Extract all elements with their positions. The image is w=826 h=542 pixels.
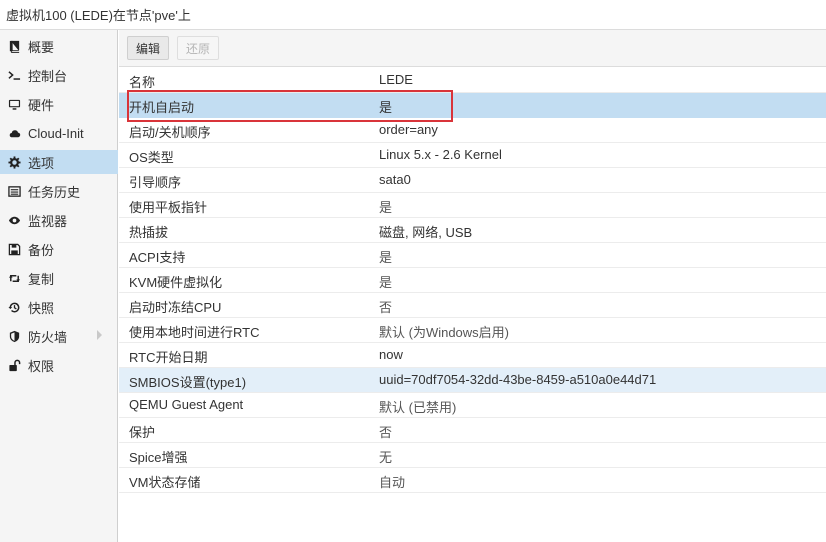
sidebar-item-cloud-init[interactable]: Cloud-Init bbox=[0, 121, 118, 145]
option-key: 保护 bbox=[129, 425, 156, 440]
option-value: 是 bbox=[379, 100, 393, 115]
option-key: RTC开始日期 bbox=[129, 350, 208, 365]
table-row[interactable]: OS类型 Linux 5.x - 2.6 Kernel bbox=[119, 143, 826, 168]
sidebar-item-replication[interactable]: 复制 bbox=[0, 266, 118, 290]
sidebar-item-label: 硬件 bbox=[28, 97, 55, 113]
sidebar-item-label: 控制台 bbox=[28, 68, 68, 84]
option-value: 否 bbox=[379, 300, 393, 315]
table-row[interactable]: Spice增强 无 bbox=[119, 443, 826, 468]
revert-button[interactable]: 还原 bbox=[177, 36, 220, 60]
option-key: VM状态存储 bbox=[129, 475, 201, 490]
option-key: QEMU Guest Agent bbox=[129, 397, 244, 412]
option-value: 无 bbox=[379, 450, 393, 465]
option-key: 启动/关机顺序 bbox=[129, 125, 211, 140]
retweet-icon bbox=[0, 272, 28, 285]
sidebar-item-label: 选项 bbox=[28, 155, 55, 171]
sidebar-item-label: 任务历史 bbox=[28, 184, 81, 200]
option-value: 是 bbox=[379, 250, 393, 265]
option-value: LEDE bbox=[379, 72, 413, 87]
option-value: 默认 (已禁用) bbox=[379, 400, 457, 415]
sidebar-item-label: 权限 bbox=[28, 358, 55, 374]
toolbar: 编辑 还原 bbox=[119, 30, 826, 67]
option-value: 否 bbox=[379, 425, 393, 440]
option-key: 使用平板指针 bbox=[129, 200, 208, 215]
edit-button[interactable]: 编辑 bbox=[127, 36, 170, 60]
sidebar: 概要 控制台 硬件 Cloud-Init 选项 任务历史 监视器 备份 复制 快… bbox=[0, 30, 118, 542]
sidebar-item-label: Cloud-Init bbox=[28, 125, 84, 141]
sidebar-item-snapshots[interactable]: 快照 bbox=[0, 295, 118, 319]
sidebar-item-summary[interactable]: 概要 bbox=[0, 34, 118, 58]
option-value: uuid=70df7054-32dd-43be-8459-a510a0e44d7… bbox=[379, 372, 657, 387]
option-value: 是 bbox=[379, 200, 393, 215]
table-row[interactable]: 名称 LEDE bbox=[119, 68, 826, 93]
shield-icon bbox=[0, 330, 28, 343]
sidebar-item-console[interactable]: 控制台 bbox=[0, 63, 118, 87]
sidebar-item-label: 备份 bbox=[28, 242, 55, 258]
table-row[interactable]: 使用本地时间进行RTC 默认 (为Windows启用) bbox=[119, 318, 826, 343]
option-key: 开机自启动 bbox=[129, 100, 195, 115]
option-key: ACPI支持 bbox=[129, 250, 186, 265]
sidebar-item-label: 快照 bbox=[28, 300, 55, 316]
eye-icon bbox=[0, 214, 28, 227]
table-row[interactable]: KVM硬件虚拟化 是 bbox=[119, 268, 826, 293]
sidebar-item-label: 防火墙 bbox=[28, 329, 68, 345]
history-icon bbox=[0, 301, 28, 314]
window-title: 虚拟机100 (LEDE)在节点'pve'上 bbox=[6, 8, 191, 23]
sidebar-item-permissions[interactable]: 权限 bbox=[0, 353, 118, 377]
book-icon bbox=[0, 40, 28, 53]
sidebar-item-label: 概要 bbox=[28, 39, 55, 55]
terminal-icon bbox=[0, 69, 28, 82]
option-value: order=any bbox=[379, 122, 438, 137]
table-row[interactable]: 启动时冻结CPU 否 bbox=[119, 293, 826, 318]
sidebar-item-options[interactable]: 选项 bbox=[0, 150, 118, 174]
cloud-icon bbox=[0, 127, 28, 140]
table-row[interactable]: ACPI支持 是 bbox=[119, 243, 826, 268]
option-key: 启动时冻结CPU bbox=[129, 300, 222, 315]
option-key: 热插拔 bbox=[129, 225, 169, 240]
table-row[interactable]: QEMU Guest Agent 默认 (已禁用) bbox=[119, 393, 826, 418]
option-key: 使用本地时间进行RTC bbox=[129, 325, 260, 340]
option-value: 磁盘, 网络, USB bbox=[379, 225, 473, 240]
sidebar-item-label: 复制 bbox=[28, 271, 55, 287]
option-key: 引导顺序 bbox=[129, 175, 182, 190]
table-row[interactable]: SMBIOS设置(type1) uuid=70df7054-32dd-43be-… bbox=[119, 368, 826, 393]
floppy-icon bbox=[0, 243, 28, 256]
chevron-right-icon[interactable] bbox=[97, 330, 102, 340]
option-value: now bbox=[379, 347, 403, 362]
table-row[interactable]: 开机自启动 是 bbox=[119, 93, 826, 118]
table-row[interactable]: 热插拔 磁盘, 网络, USB bbox=[119, 218, 826, 243]
option-key: OS类型 bbox=[129, 150, 174, 165]
option-value: sata0 bbox=[379, 172, 411, 187]
table-row[interactable]: 保护 否 bbox=[119, 418, 826, 443]
option-value: 自动 bbox=[379, 475, 406, 490]
gear-icon bbox=[0, 155, 28, 169]
table-row[interactable]: 启动/关机顺序 order=any bbox=[119, 118, 826, 143]
option-value: Linux 5.x - 2.6 Kernel bbox=[379, 147, 502, 162]
option-value: 是 bbox=[379, 275, 393, 290]
list-icon bbox=[0, 185, 28, 198]
table-row[interactable]: RTC开始日期 now bbox=[119, 343, 826, 368]
sidebar-item-backup[interactable]: 备份 bbox=[0, 237, 118, 261]
table-row[interactable]: 引导顺序 sata0 bbox=[119, 168, 826, 193]
sidebar-item-task-history[interactable]: 任务历史 bbox=[0, 179, 118, 203]
unlock-icon bbox=[0, 359, 28, 372]
option-key: 名称 bbox=[129, 75, 156, 90]
table-row[interactable]: VM状态存储 自动 bbox=[119, 468, 826, 493]
sidebar-item-hardware[interactable]: 硬件 bbox=[0, 92, 118, 116]
monitor-icon bbox=[0, 98, 28, 111]
title-bar: 虚拟机100 (LEDE)在节点'pve'上 bbox=[0, 0, 826, 30]
option-value: 默认 (为Windows启用) bbox=[379, 325, 510, 340]
sidebar-item-firewall[interactable]: 防火墙 bbox=[0, 324, 118, 348]
option-key: Spice增强 bbox=[129, 450, 188, 465]
option-key: SMBIOS设置(type1) bbox=[129, 375, 247, 390]
table-row[interactable]: 使用平板指针 是 bbox=[119, 193, 826, 218]
sidebar-item-label: 监视器 bbox=[28, 213, 68, 229]
sidebar-item-monitor[interactable]: 监视器 bbox=[0, 208, 118, 232]
option-key: KVM硬件虚拟化 bbox=[129, 275, 223, 290]
